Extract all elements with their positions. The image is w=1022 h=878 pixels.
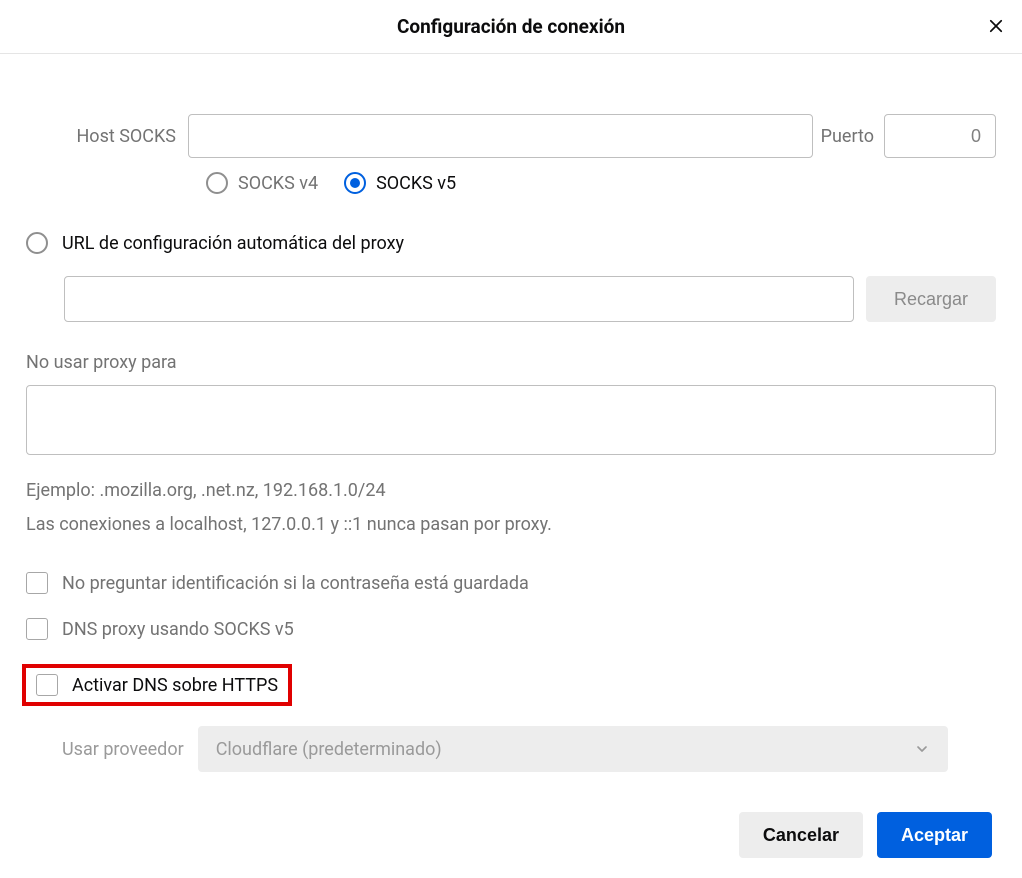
reload-button[interactable]: Recargar [866,276,996,322]
dialog-header: Configuración de conexión [0,0,1022,54]
dns-https-checkbox[interactable] [36,674,58,696]
no-proxy-local-note: Las conexiones a localhost, 127.0.0.1 y … [26,508,996,542]
close-icon [987,17,1005,35]
provider-label: Usar proveedor [62,739,184,760]
dialog-content: Host SOCKS Puerto SOCKS v4 SOCKS v5 URL … [0,54,1022,878]
radio-icon [26,232,48,254]
dns-socks5-label: DNS proxy usando SOCKS v5 [62,619,294,640]
no-proxy-helper: Ejemplo: .mozilla.org, .net.nz, 192.168.… [26,474,996,542]
dns-https-row: Activar DNS sobre HTTPS [22,664,292,706]
no-proxy-textarea[interactable] [26,385,996,455]
no-prompt-auth-label: No preguntar identificación si la contra… [62,573,529,594]
dns-socks5-checkbox[interactable] [26,618,48,640]
pac-radio-row: URL de configuración automática del prox… [26,232,996,254]
provider-row: Usar proveedor Cloudflare (predeterminad… [62,726,996,772]
cancel-button[interactable]: Cancelar [739,812,863,858]
provider-select[interactable]: Cloudflare (predeterminado) [198,726,948,772]
socks-host-row: Host SOCKS Puerto [26,114,996,158]
no-prompt-auth-row: No preguntar identificación si la contra… [26,572,996,594]
pac-url-input[interactable] [64,276,854,322]
radio-icon [344,172,366,194]
no-prompt-auth-checkbox[interactable] [26,572,48,594]
dns-socks5-row: DNS proxy usando SOCKS v5 [26,618,996,640]
dns-https-label: Activar DNS sobre HTTPS [72,675,278,696]
pac-radio[interactable] [26,232,48,254]
pac-url-row: Recargar [64,276,996,322]
socks-v4-label: SOCKS v4 [238,173,318,194]
pac-radio-label: URL de configuración automática del prox… [62,233,404,254]
no-proxy-label: No usar proxy para [26,352,996,373]
dialog-footer: Cancelar Aceptar [26,812,996,858]
socks-version-group: SOCKS v4 SOCKS v5 [206,172,996,194]
socks-host-label: Host SOCKS [26,126,188,147]
close-button[interactable] [982,12,1010,40]
chevron-down-icon [914,741,930,757]
radio-icon [206,172,228,194]
socks-port-input[interactable] [884,114,996,158]
dialog-title: Configuración de conexión [397,15,625,38]
no-proxy-example: Ejemplo: .mozilla.org, .net.nz, 192.168.… [26,474,996,508]
accept-button[interactable]: Aceptar [877,812,992,858]
socks-v4-radio[interactable]: SOCKS v4 [206,172,318,194]
socks-v5-radio[interactable]: SOCKS v5 [344,172,456,194]
socks-port-label: Puerto [821,126,874,147]
socks-host-input[interactable] [188,114,813,158]
provider-selected-value: Cloudflare (predeterminado) [216,739,442,760]
socks-v5-label: SOCKS v5 [376,173,456,194]
